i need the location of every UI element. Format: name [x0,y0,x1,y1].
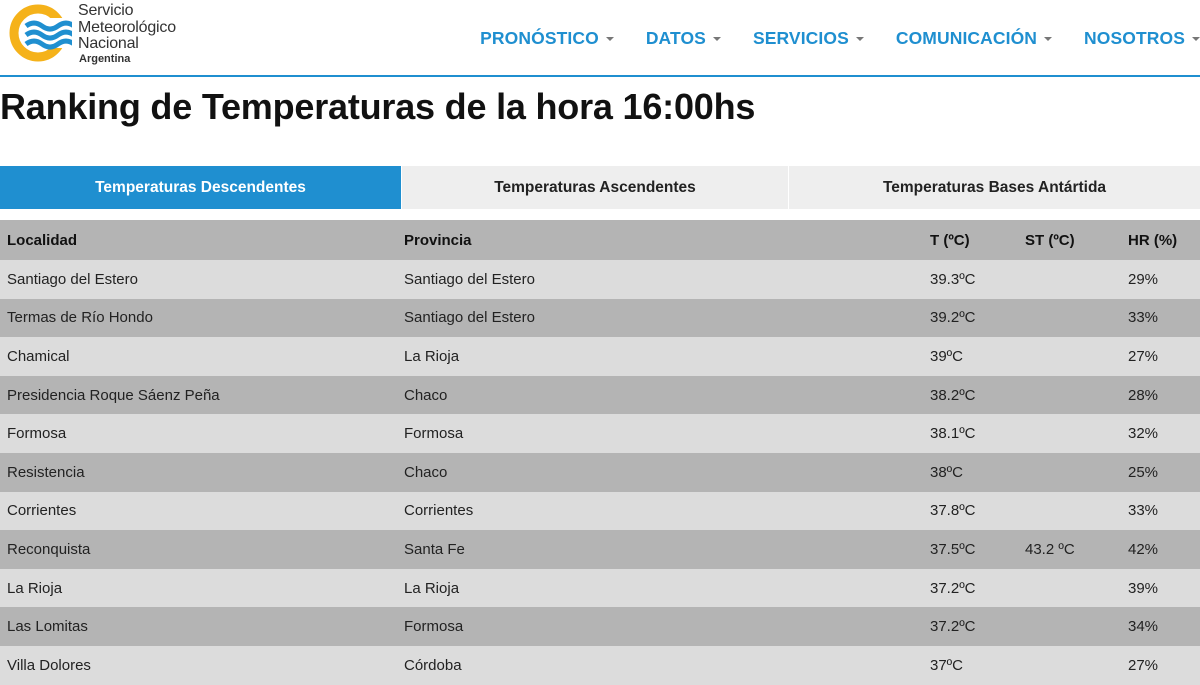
tab-temperaturas-descendentes[interactable]: Temperaturas Descendentes [0,166,401,209]
cell-localidad: Santiago del Estero [7,270,138,288]
cell-humedad: 29% [1128,270,1159,288]
logo-wordmark: Servicio Meteorológico Nacional Argentin… [78,3,176,65]
cell-provincia: Formosa [404,425,464,443]
cell-humedad: 27% [1128,347,1159,365]
cell-temperature: 37.2ºC [930,618,976,636]
cell-localidad: Formosa [7,425,67,443]
nav-label: DATOS [645,27,706,48]
nav-label: NOSOTROS [1084,27,1185,48]
cell-temperature: 38ºC [930,463,963,481]
cell-humedad: 25% [1128,463,1159,481]
cell-temperature: 38.2ºC [930,386,976,404]
cell-sensacion-termica: 43.2 ºC [1025,540,1075,558]
cell-localidad: Presidencia Roque Sáenz Peña [7,386,220,404]
cell-temperature: 39.3ºC [930,270,976,288]
chevron-down-icon [605,37,614,41]
cell-provincia: Formosa [404,618,464,636]
cell-humedad: 27% [1128,656,1159,674]
cell-temperature: 37.8ºC [930,502,976,520]
cell-provincia: Chaco [404,463,448,481]
table-row: Reconquista Santa Fe 37.5ºC 43.2 ºC 42% [0,530,1200,569]
tab-temperaturas-bases-antartida[interactable]: Temperaturas Bases Antártida [789,166,1200,209]
header-humedad: HR (%) [1128,231,1178,249]
cell-temperature: 37ºC [930,656,963,674]
nav-label: SERVICIOS [752,27,849,48]
cell-humedad: 33% [1128,309,1159,327]
cell-temperature: 37.5ºC [930,540,976,558]
cell-humedad: 28% [1128,386,1159,404]
header-provincia: Provincia [404,231,472,249]
logo-line-2: Meteorológico [78,18,176,36]
cell-provincia: Chaco [404,386,448,404]
ranking-tabs: Temperaturas Descendentes Temperaturas A… [0,166,1200,209]
cell-provincia: La Rioja [404,579,460,597]
cell-localidad: Las Lomitas [7,618,88,636]
cell-provincia: Santiago del Estero [404,270,535,288]
cell-localidad: Termas de Río Hondo [7,309,153,327]
header-sensacion-termica: ST (ºC) [1025,231,1075,249]
cell-humedad: 33% [1128,502,1159,520]
chevron-down-icon [1044,37,1053,41]
header-divider [0,75,1200,77]
smn-logo-icon [9,4,72,62]
table-row: Presidencia Roque Sáenz Peña Chaco 38.2ºC 2… [0,375,1200,415]
cell-localidad: Reconquista [7,540,91,558]
header-temperature: T (ºC) [930,231,970,249]
cell-localidad: Resistencia [7,463,85,481]
table-row: Villa Dolores Córdoba 37ºC 27% [0,645,1200,685]
table-row: Formosa Formosa 38.1ºC 32% [0,414,1200,453]
cell-temperature: 39.2ºC [930,309,976,327]
table-header-row: Localidad Provincia T (ºC) ST (ºC) HR (%… [0,220,1200,260]
cell-temperature: 37.2ºC [930,579,976,597]
tab-temperaturas-ascendentes[interactable]: Temperaturas Ascendentes [402,166,788,209]
cell-humedad: 42% [1128,540,1159,558]
cell-provincia: Santiago del Estero [404,309,535,327]
chevron-down-icon [855,37,864,41]
chevron-down-icon [712,37,721,41]
cell-localidad: La Rioja [7,579,63,597]
ranking-table: Localidad Provincia T (ºC) ST (ºC) HR (%… [0,220,1200,685]
cell-temperature: 39ºC [930,347,963,365]
table-row: La Rioja La Rioja 37.2ºC 39% [0,568,1200,608]
table-body: Santiago del Estero Santiago del Estero 39… [0,260,1200,685]
nav-pronostico[interactable]: PRONÓSTICO [480,27,614,49]
main-nav: PRONÓSTICO DATOS SERVICIOS COMUNICACIÓN … [448,27,1200,49]
logo-country: Argentina [79,52,131,65]
logo-line-1: Servicio [78,2,134,19]
cell-provincia: Córdoba [404,656,462,674]
chevron-down-icon [1192,37,1200,41]
smn-logo[interactable]: Servicio Meteorológico Nacional Argentin… [8,2,208,64]
cell-provincia: La Rioja [404,347,460,365]
cell-provincia: Corrientes [404,502,474,520]
logo-line-3: Nacional [78,35,139,52]
table-row: Santiago del Estero Santiago del Estero 39… [0,260,1200,299]
cell-localidad: Villa Dolores [7,656,91,674]
table-row: Chamical La Rioja 39ºC 27% [0,337,1200,376]
site-header: Servicio Meteorológico Nacional Argentin… [0,0,1200,77]
cell-localidad: Corrientes [7,502,77,520]
nav-servicios[interactable]: SERVICIOS [753,27,864,49]
cell-provincia: Santa Fe [404,540,465,558]
cell-temperature: 38.1ºC [930,425,976,443]
page-title: Ranking de Temperaturas de la hora 16:00… [0,86,756,127]
cell-humedad: 34% [1128,618,1159,636]
nav-label: COMUNICACIÓN [895,27,1038,48]
table-row: Corrientes Corrientes 37.8ºC 33% [0,491,1200,531]
cell-humedad: 39% [1128,579,1159,597]
table-row: Las Lomitas Formosa 37.2ºC 34% [0,607,1200,646]
nav-nosotros[interactable]: NOSOTROS [1084,27,1200,49]
table-row: Resistencia Chaco 38ºC 25% [0,452,1200,492]
cell-localidad: Chamical [7,347,70,365]
nav-label: PRONÓSTICO [480,27,599,48]
cell-humedad: 32% [1128,425,1159,443]
nav-datos[interactable]: DATOS [646,27,721,49]
table-row: Termas de Río Hondo Santiago del Estero 39… [0,298,1200,338]
nav-comunicacion[interactable]: COMUNICACIÓN [895,27,1053,49]
header-localidad: Localidad [7,231,78,249]
